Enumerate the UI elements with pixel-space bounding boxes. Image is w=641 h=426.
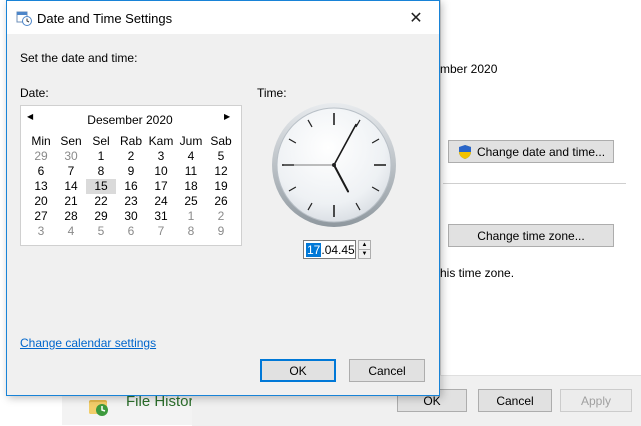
- calendar-day[interactable]: 19: [206, 179, 236, 194]
- close-icon: ✕: [409, 9, 423, 27]
- calendar-day[interactable]: 9: [116, 164, 146, 179]
- calendar-day[interactable]: 5: [206, 149, 236, 164]
- calendar-day[interactable]: 13: [26, 179, 56, 194]
- calendar-day[interactable]: 4: [176, 149, 206, 164]
- calendar-day-selected[interactable]: 15: [86, 179, 116, 194]
- calendar-week-row: 29 30 1 2 3 4 5: [26, 149, 236, 164]
- close-button[interactable]: ✕: [393, 1, 439, 34]
- background-apply-label: Apply: [580, 393, 612, 408]
- spin-up-icon[interactable]: ▲: [359, 241, 370, 250]
- cancel-button[interactable]: Cancel: [349, 359, 425, 382]
- calendar-day[interactable]: 28: [56, 209, 86, 224]
- calendar-day[interactable]: 16: [116, 179, 146, 194]
- calendar-day[interactable]: 8: [176, 224, 206, 239]
- calendar-week-row: 20 21 22 23 24 25 26: [26, 194, 236, 209]
- calendar-day[interactable]: 6: [26, 164, 56, 179]
- date-time-icon: [16, 11, 32, 26]
- previous-month-icon[interactable]: ◀: [27, 112, 33, 121]
- calendar-day[interactable]: 5: [86, 224, 116, 239]
- weekday-header: Sel: [92, 134, 110, 148]
- analog-clock: [272, 103, 396, 227]
- calendar-day[interactable]: 1: [86, 149, 116, 164]
- calendar-day[interactable]: 18: [176, 179, 206, 194]
- calendar-day[interactable]: 23: [116, 194, 146, 209]
- time-zone-text: his time zone.: [440, 266, 515, 280]
- calendar-day[interactable]: 29: [86, 209, 116, 224]
- calendar-day[interactable]: 11: [176, 164, 206, 179]
- change-date-and-time-label: Change date and time...: [476, 144, 606, 159]
- calendar-day[interactable]: 3: [26, 224, 56, 239]
- date-label: Date:: [20, 86, 49, 100]
- calendar-day[interactable]: 30: [56, 149, 86, 164]
- background-cancel-label: Cancel: [496, 393, 534, 408]
- weekday-header: Sen: [60, 134, 82, 148]
- calendar-day[interactable]: 25: [176, 194, 206, 209]
- calendar-day[interactable]: 24: [146, 194, 176, 209]
- spin-down-icon[interactable]: ▼: [359, 250, 370, 258]
- calendar-day[interactable]: 3: [146, 149, 176, 164]
- calendar-week-row: 3 4 5 6 7 8 9: [26, 224, 236, 239]
- time-rest-segment[interactable]: .04.45: [321, 243, 354, 257]
- change-time-zone-button[interactable]: Change time zone...: [448, 224, 614, 247]
- calendar: ◀ Desember 2020 ▶ Min Sen Sel Rab Kam Ju…: [20, 105, 242, 246]
- calendar-day[interactable]: 10: [146, 164, 176, 179]
- calendar-day[interactable]: 30: [116, 209, 146, 224]
- calendar-day[interactable]: 7: [146, 224, 176, 239]
- time-label: Time:: [257, 86, 287, 100]
- calendar-day[interactable]: 12: [206, 164, 236, 179]
- calendar-day[interactable]: 2: [116, 149, 146, 164]
- calendar-day[interactable]: 8: [86, 164, 116, 179]
- uac-shield-icon: [458, 144, 471, 159]
- time-input[interactable]: 17 .04.45: [303, 240, 356, 259]
- calendar-day[interactable]: 9: [206, 224, 236, 239]
- calendar-day[interactable]: 1: [176, 209, 206, 224]
- file-history-icon: [89, 400, 108, 416]
- cancel-label: Cancel: [368, 363, 406, 378]
- title-bar[interactable]: Date and Time Settings ✕: [7, 1, 439, 34]
- weekday-header-row: Min Sen Sel Rab Kam Jum Sab: [26, 134, 236, 149]
- calendar-day[interactable]: 14: [56, 179, 86, 194]
- calendar-day[interactable]: 17: [146, 179, 176, 194]
- section-divider: [443, 183, 626, 184]
- time-hour-segment[interactable]: 17: [306, 242, 322, 257]
- background-cancel-button[interactable]: Cancel: [478, 389, 552, 412]
- dialog-heading: Set the date and time:: [20, 51, 138, 65]
- calendar-day[interactable]: 21: [56, 194, 86, 209]
- change-time-zone-label: Change time zone...: [477, 228, 585, 243]
- calendar-week-row: 6 7 8 9 10 11 12: [26, 164, 236, 179]
- calendar-day[interactable]: 31: [146, 209, 176, 224]
- ok-button[interactable]: OK: [260, 359, 336, 382]
- change-calendar-settings-link[interactable]: Change calendar settings: [20, 336, 156, 350]
- change-date-and-time-button[interactable]: Change date and time...: [448, 140, 614, 163]
- weekday-header: Rab: [119, 134, 142, 148]
- calendar-day[interactable]: 4: [56, 224, 86, 239]
- weekday-header: Jum: [179, 134, 203, 148]
- calendar-month-label[interactable]: Desember 2020: [45, 113, 215, 127]
- date-time-settings-dialog: Date and Time Settings ✕ Set the date an…: [6, 0, 440, 396]
- calendar-day[interactable]: 6: [116, 224, 146, 239]
- background-apply-button: Apply: [560, 389, 632, 412]
- calendar-day[interactable]: 7: [56, 164, 86, 179]
- weekday-header: Kam: [148, 134, 174, 148]
- weekday-header: Min: [31, 134, 51, 148]
- calendar-day[interactable]: 2: [206, 209, 236, 224]
- time-spinner[interactable]: ▲ ▼: [358, 240, 371, 259]
- calendar-week-row: 27 28 29 30 31 1 2: [26, 209, 236, 224]
- calendar-grid: Min Sen Sel Rab Kam Jum Sab 29 30 1 2 3 …: [26, 134, 236, 239]
- next-month-icon[interactable]: ▶: [224, 112, 230, 121]
- calendar-day[interactable]: 22: [86, 194, 116, 209]
- calendar-day[interactable]: 20: [26, 194, 56, 209]
- ok-label: OK: [289, 363, 307, 378]
- calendar-week-row: 13 14 15 16 17 18 19: [26, 179, 236, 194]
- calendar-day[interactable]: 27: [26, 209, 56, 224]
- calendar-day[interactable]: 26: [206, 194, 236, 209]
- weekday-header: Sab: [210, 134, 232, 148]
- dialog-title: Date and Time Settings: [37, 11, 173, 26]
- current-date-text: mber 2020: [440, 62, 498, 76]
- calendar-day[interactable]: 29: [26, 149, 56, 164]
- background-window-frame: [440, 0, 441, 375]
